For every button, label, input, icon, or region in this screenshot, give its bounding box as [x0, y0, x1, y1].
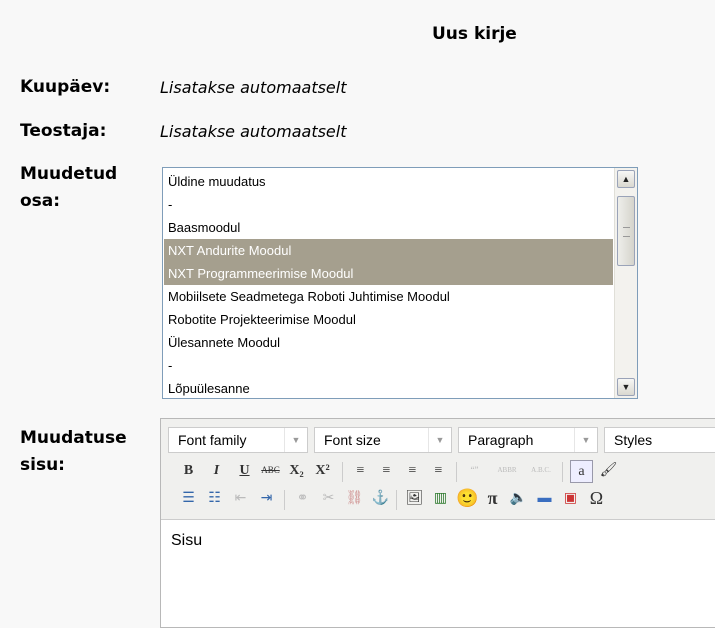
- content-label-line2: sisu:: [20, 455, 65, 475]
- listbox-option[interactable]: Ülesannete Moodul: [164, 331, 613, 354]
- horizontal-rule-icon[interactable]: ▬: [534, 488, 555, 509]
- link-icon[interactable]: ⚭: [292, 488, 313, 509]
- listbox-option[interactable]: Mobiilsete Seadmetega Roboti Juhtimise M…: [164, 285, 613, 308]
- math-pi-icon[interactable]: π: [482, 488, 503, 509]
- subscript-icon[interactable]: X₂: [286, 460, 307, 481]
- bullet-list-icon[interactable]: ☰: [178, 488, 199, 509]
- font-size-dropdown[interactable]: Font size ▼: [314, 427, 452, 453]
- listbox-option[interactable]: -: [164, 193, 613, 216]
- abbr-icon[interactable]: ABBR: [492, 460, 522, 481]
- listbox-option[interactable]: Robotite Projekteerimise Moodul: [164, 308, 613, 331]
- speaker-icon[interactable]: 🔈: [508, 488, 529, 509]
- image-icon[interactable]: 🖼: [404, 488, 425, 509]
- toolbar-row-1: Font family ▼ Font size ▼ Paragraph ▼ Style…: [168, 427, 715, 455]
- align-right-icon[interactable]: ≡: [402, 460, 423, 481]
- date-value: Lisatakse automaatselt: [160, 78, 347, 97]
- unlink-icon[interactable]: ✂: [318, 488, 339, 509]
- listbox-option[interactable]: Baasmoodul: [164, 216, 613, 239]
- listbox-option-selected[interactable]: NXT Programmeerimise Moodul: [164, 262, 613, 285]
- media-icon[interactable]: ▥: [430, 488, 451, 509]
- align-center-icon[interactable]: ≡: [376, 460, 397, 481]
- cite-icon[interactable]: “”: [464, 460, 485, 481]
- part-label-line2: osa:: [20, 191, 61, 211]
- anchor-icon[interactable]: ⚓: [370, 488, 391, 509]
- strikethrough-icon[interactable]: ABC: [260, 460, 281, 481]
- scroll-up-button[interactable]: ▲: [617, 170, 635, 188]
- part-label: Muudetud osa:: [20, 161, 117, 215]
- emoticon-icon[interactable]: 🙂: [456, 488, 478, 509]
- toolbar-row-3: ☰ ☷ ⇤ ⇥ ⚭ ✂ ⛓ ⚓ 🖼 ▥ 🙂 π 🔈 ▬ ▣ Ω: [168, 487, 715, 515]
- nonbreaking-icon[interactable]: ▣: [560, 488, 581, 509]
- author-value: Lisatakse automaatselt: [160, 122, 347, 141]
- align-justify-icon[interactable]: ≡: [428, 460, 449, 481]
- content-label-line1: Muudatuse: [20, 428, 127, 448]
- bold-icon[interactable]: B: [178, 460, 199, 481]
- toolbar-row-2: B I U ABC X₂ X² ≡ ≡ ≡ ≡ “” ABBR A.B.C. a…: [168, 459, 715, 487]
- nolink-icon[interactable]: ⛓: [344, 488, 365, 509]
- page-title: Uus kirje: [432, 24, 517, 44]
- italic-icon[interactable]: I: [206, 460, 227, 481]
- listbox-option-selected[interactable]: NXT Andurite Moodul: [164, 239, 613, 262]
- rich-text-editor: Font family ▼ Font size ▼ Paragraph ▼ Style…: [160, 418, 715, 628]
- superscript-icon[interactable]: X²: [312, 460, 333, 481]
- listbox-scrollbar[interactable]: ▲ ▼: [614, 168, 637, 398]
- module-listbox[interactable]: Üldine muudatus - Baasmoodul NXT Andurit…: [162, 167, 638, 399]
- part-label-line1: Muudetud: [20, 164, 118, 184]
- special-char-icon[interactable]: Ω: [586, 488, 607, 509]
- scroll-down-button[interactable]: ▼: [617, 378, 635, 396]
- font-family-dropdown[interactable]: Font family ▼: [168, 427, 308, 453]
- format-dropdown[interactable]: Paragraph ▼: [458, 427, 598, 453]
- editor-content-text: Sisu: [171, 532, 203, 549]
- date-label: Kuupäev:: [20, 77, 111, 97]
- listbox-option[interactable]: Lõpuülesanne: [164, 377, 613, 398]
- indent-icon[interactable]: ⇥: [256, 488, 277, 509]
- outdent-icon[interactable]: ⇤: [230, 488, 251, 509]
- editor-content-area[interactable]: Sisu: [161, 519, 715, 627]
- align-left-icon[interactable]: ≡: [350, 460, 371, 481]
- scroll-thumb[interactable]: [617, 196, 635, 266]
- acronym-icon[interactable]: A.B.C.: [526, 460, 556, 481]
- numbered-list-icon[interactable]: ☷: [204, 488, 225, 509]
- listbox-option[interactable]: Üldine muudatus: [164, 170, 613, 193]
- cleanup-icon[interactable]: 🖌: [598, 460, 619, 481]
- styles-dropdown[interactable]: Styles: [604, 427, 715, 453]
- author-label: Teostaja:: [20, 121, 107, 141]
- listbox-option[interactable]: -: [164, 354, 613, 377]
- content-label: Muudatuse sisu:: [20, 425, 127, 479]
- underline-icon[interactable]: U: [234, 460, 255, 481]
- attribs-icon[interactable]: a: [570, 460, 593, 483]
